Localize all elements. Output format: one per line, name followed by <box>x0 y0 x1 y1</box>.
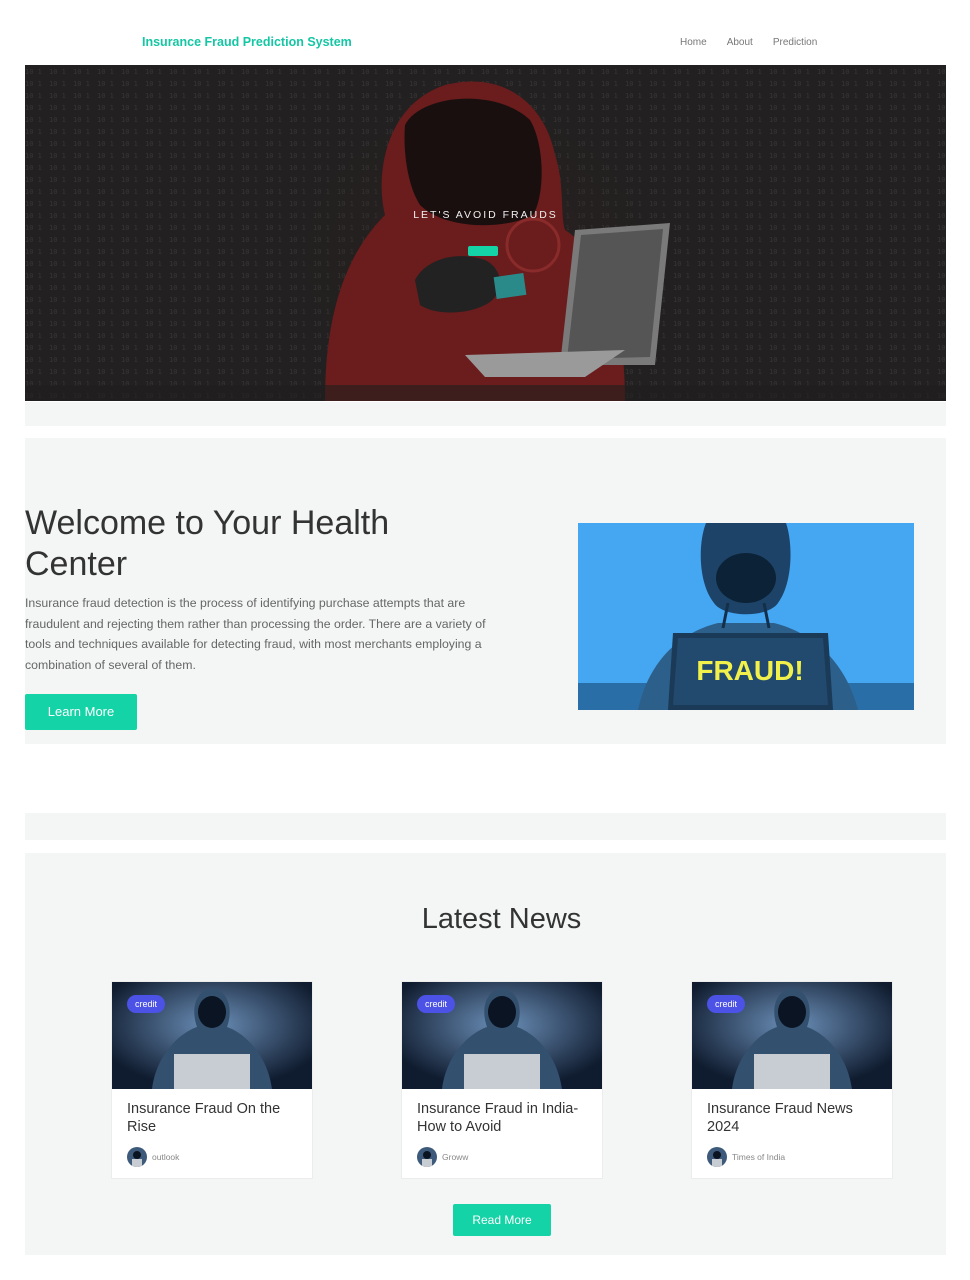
hero-banner: 10 1 LET'S AVOID FRAUDS <box>25 65 946 401</box>
welcome-section: Welcome to Your Health Center Insurance … <box>25 438 946 744</box>
news-source: Times of India <box>732 1152 786 1162</box>
fraud-text: FRAUD! <box>696 655 803 686</box>
news-card[interactable]: credit Insurance Fraud On the Rise outlo… <box>111 981 313 1179</box>
news-source: outlook <box>152 1152 180 1162</box>
latest-news-section: Latest News credit Insurance Fraud On th… <box>25 853 946 1255</box>
welcome-description: Insurance fraud detection is the process… <box>25 596 486 672</box>
news-author: Groww <box>417 1147 468 1167</box>
avatar <box>417 1147 437 1167</box>
news-author: Times of India <box>707 1147 785 1167</box>
hero-button[interactable] <box>468 246 498 256</box>
news-title[interactable]: Insurance Fraud On the Rise <box>127 1100 305 1136</box>
category-badge[interactable]: credit <box>417 995 456 1013</box>
top-navbar: Insurance Fraud Prediction System Home A… <box>0 0 970 64</box>
nav-links: Home About Prediction <box>680 37 817 48</box>
category-badge[interactable]: credit <box>707 995 746 1013</box>
welcome-title: Welcome to Your Health Center <box>25 504 390 583</box>
news-card[interactable]: credit Insurance Fraud News 2024 Times o… <box>691 981 893 1179</box>
hero-hacker-image: 10 1 <box>25 65 946 401</box>
learn-more-button[interactable]: Learn More <box>25 694 137 730</box>
news-author: outlook <box>127 1147 179 1167</box>
brand-logo[interactable]: Insurance Fraud Prediction System <box>142 35 352 49</box>
section-divider <box>25 813 946 840</box>
news-source: Groww <box>442 1152 469 1162</box>
read-more-button[interactable]: Read More <box>453 1204 551 1236</box>
avatar <box>707 1147 727 1167</box>
nav-link-home[interactable]: Home <box>680 37 707 48</box>
news-heading: Latest News <box>421 903 582 935</box>
news-title[interactable]: Insurance Fraud News 2024 <box>707 1100 885 1136</box>
fraud-illustration: FRAUD! <box>578 523 914 710</box>
avatar <box>127 1147 147 1167</box>
nav-link-prediction[interactable]: Prediction <box>773 37 817 48</box>
hero-tagline: LET'S AVOID FRAUDS <box>413 209 558 221</box>
news-title[interactable]: Insurance Fraud in India- How to Avoid <box>417 1100 595 1136</box>
news-card[interactable]: credit Insurance Fraud in India- How to … <box>401 981 603 1179</box>
nav-link-about[interactable]: About <box>727 37 753 48</box>
section-divider <box>25 402 946 426</box>
category-badge[interactable]: credit <box>127 995 166 1013</box>
